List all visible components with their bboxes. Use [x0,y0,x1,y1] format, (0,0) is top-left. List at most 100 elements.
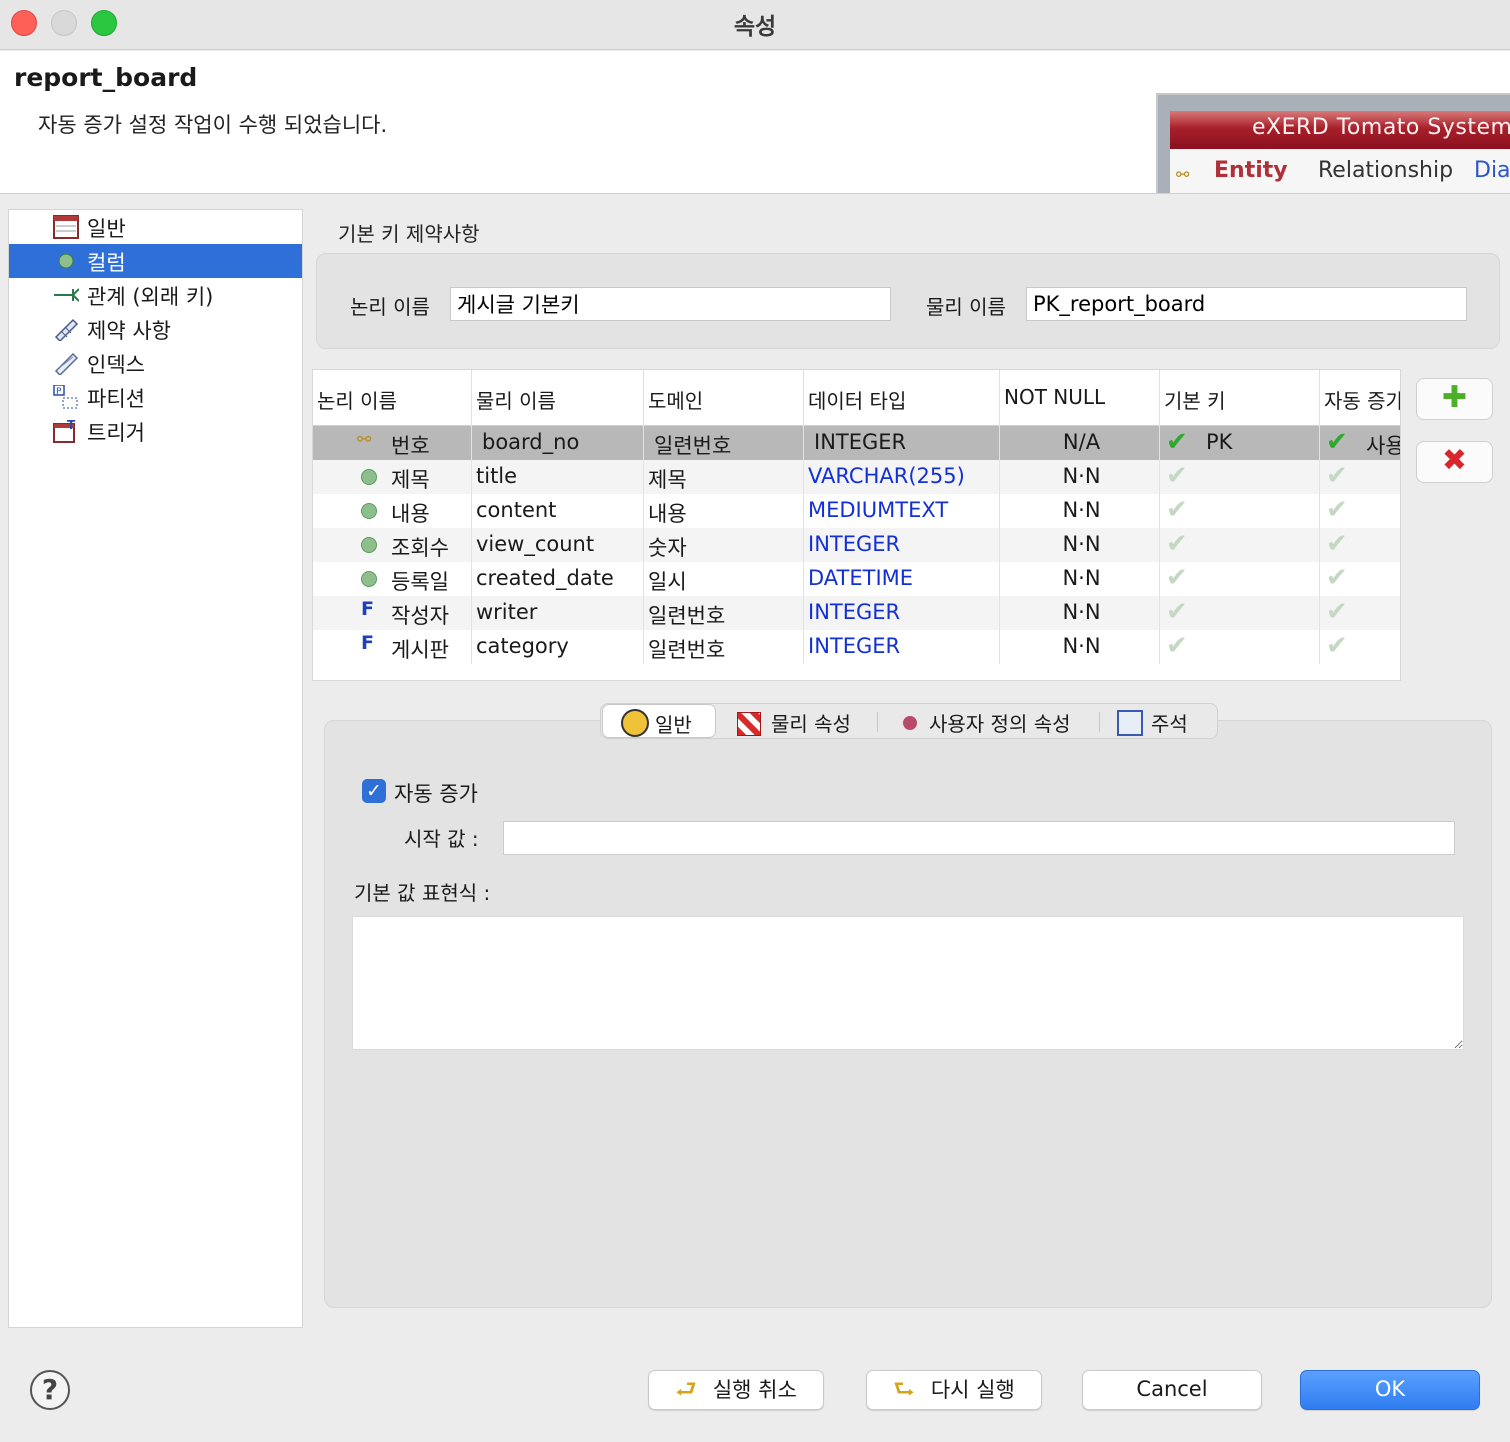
cell-domain: 일시 [644,562,804,596]
tab-label: 사용자 정의 속성 [929,712,1071,736]
undo-label: 실행 취소 [712,1378,797,1402]
table-row[interactable]: ⚯ 번호 board_no 일련번호 INTEGER N/A ✔ PK ✔ 사용 [313,426,1401,460]
pk-physical-name-input[interactable] [1026,287,1467,321]
column-header-domain[interactable]: 도메인 [644,370,804,426]
table-empty-area [313,664,1400,680]
cell-auto-increment: ✔ [1320,596,1400,630]
undo-button[interactable]: ⮐ 실행 취소 [648,1370,824,1410]
primary-key-icon: ⚯ [357,430,372,450]
cell-text: 사용 [1366,434,1401,458]
sidebar-item-label: 인덱스 [87,353,145,377]
sidebar-item-columns[interactable]: 컬럼 [9,244,302,278]
cell-logical-name: 내용 [313,494,472,528]
help-button[interactable]: ? [30,1370,70,1410]
redo-button[interactable]: ⮑ 다시 실행 [866,1370,1042,1410]
cell-domain: 일련번호 [644,426,804,460]
user-defined-properties-icon [903,716,917,730]
ok-button[interactable]: OK [1300,1370,1480,1410]
constraint-icon [54,318,79,341]
delete-column-button[interactable]: ✖ [1416,441,1493,483]
banner-menu: ⚯ Entity Relationship Dia [1170,149,1510,193]
default-expression-label: 기본 값 표현식 : [354,881,491,905]
start-value-label: 시작 값 : [404,827,479,851]
tab-label: 물리 속성 [771,712,851,736]
checkmark-icon: ✔ [1166,631,1188,661]
sidebar-item-trigger[interactable]: T 트리거 [9,414,302,448]
cell-physical: writer [472,596,644,630]
pk-logical-name-input[interactable] [450,287,891,321]
sidebar-item-index[interactable]: 인덱스 [9,346,302,380]
cell-auto-increment: ✔ [1320,460,1400,494]
table-row[interactable]: 내용 content 내용 MEDIUMTEXT N·N ✔ ✔ [313,494,1400,528]
checkmark-icon: ✔ [1166,597,1188,627]
pk-physical-label: 물리 이름 [926,295,1006,319]
cell-primary-key: ✔ [1160,494,1320,528]
tab-separator [1099,712,1100,732]
dialog-header: report_board 자동 증가 설정 작업이 수행 되었습니다. eXER… [0,51,1510,194]
tab-label: 일반 [655,713,692,737]
column-header-notnull[interactable]: NOT NULL [1000,370,1160,426]
checkmark-icon: ✔ [1166,427,1188,457]
cell-auto-increment: ✔ [1320,494,1400,528]
table-row[interactable]: F 작성자 writer 일련번호 INTEGER N·N ✔ ✔ [313,596,1400,630]
sidebar-item-partition[interactable]: P 파티션 [9,380,302,414]
checkmark-icon: ✔ [1326,597,1348,627]
sidebar-item-relationship[interactable]: 관계 (외래 키) [9,278,302,312]
svg-text:T: T [67,419,76,432]
checkmark-icon: ✔ [1166,495,1188,525]
physical-properties-icon [737,712,761,736]
sidebar-item-label: 관계 (외래 키) [87,285,214,309]
window-title: 속성 [733,14,777,40]
column-header-logical[interactable]: 논리 이름 [317,370,472,426]
cell-physical: board_no [472,426,644,460]
checkmark-icon: ✔ [1326,529,1348,559]
sidebar-item-general[interactable]: 일반 [9,210,302,244]
add-column-button[interactable]: ✚ [1416,378,1493,420]
checkmark-icon: ✔ [1326,563,1348,593]
index-icon [54,352,79,375]
column-header-physical[interactable]: 물리 이름 [472,370,644,426]
columns-table: 논리 이름 물리 이름 도메인 데이터 타입 NOT NULL 기본 키 자동 … [312,369,1401,681]
cell-logical-name: 등록일 [313,562,472,596]
redo-arrow-icon: ⮑ [893,1375,915,1403]
banner-menu-entity: Entity [1214,158,1288,183]
pk-section-title: 기본 키 제약사항 [338,222,480,246]
cell-text: 게시판 [391,638,449,662]
column-header-datatype[interactable]: 데이터 타입 [804,370,1000,426]
sidebar-item-constraints[interactable]: 제약 사항 [9,312,302,346]
start-value-input[interactable] [503,821,1455,855]
table-row[interactable]: F 게시판 category 일련번호 INTEGER N·N ✔ ✔ [313,630,1400,664]
column-header-primary-key[interactable]: 기본 키 [1160,370,1320,426]
cell-domain: 일련번호 [644,630,804,664]
cell-notnull: N·N [1000,596,1160,630]
table-row[interactable]: 제목 title 제목 VARCHAR(255) N·N ✔ ✔ [313,460,1400,494]
cell-auto-increment: ✔ [1320,562,1400,596]
table-row[interactable]: 조회수 view_count 숫자 INTEGER N·N ✔ ✔ [313,528,1400,562]
cell-domain: 제목 [644,460,804,494]
column-header-auto-increment[interactable]: 자동 증가 [1320,370,1400,426]
cell-physical: title [472,460,644,494]
tab-physical-properties[interactable]: 물리 속성 [731,704,871,738]
column-icon [58,253,74,269]
cell-text: 내용 [391,502,430,526]
cell-domain: 일련번호 [644,596,804,630]
tab-user-defined-properties[interactable]: 사용자 정의 속성 [891,704,1091,738]
auto-increment-checkbox[interactable]: ✓ [362,779,386,803]
default-expression-textarea[interactable] [352,916,1464,1050]
cell-text: 조회수 [391,536,449,560]
sidebar-item-label: 일반 [87,217,126,241]
cell-logical-name: 조회수 [313,528,472,562]
column-icon [361,503,377,519]
banner-app-title: eXERD Tomato System [1252,115,1510,140]
cell-auto-increment: ✔ [1320,630,1400,664]
tab-comment[interactable]: 주석 [1111,704,1211,738]
checkmark-icon: ✔ [1326,631,1348,661]
tab-label: 주석 [1151,712,1188,736]
cancel-button[interactable]: Cancel [1082,1370,1262,1410]
checkmark-icon: ✔ [1166,563,1188,593]
cell-type: INTEGER [804,596,1000,630]
cell-primary-key: ✔ PK [1160,426,1320,460]
table-row[interactable]: 등록일 created_date 일시 DATETIME N·N ✔ ✔ [313,562,1400,596]
tab-general[interactable]: 일반 [602,704,716,738]
cell-type: VARCHAR(255) [804,460,1000,494]
